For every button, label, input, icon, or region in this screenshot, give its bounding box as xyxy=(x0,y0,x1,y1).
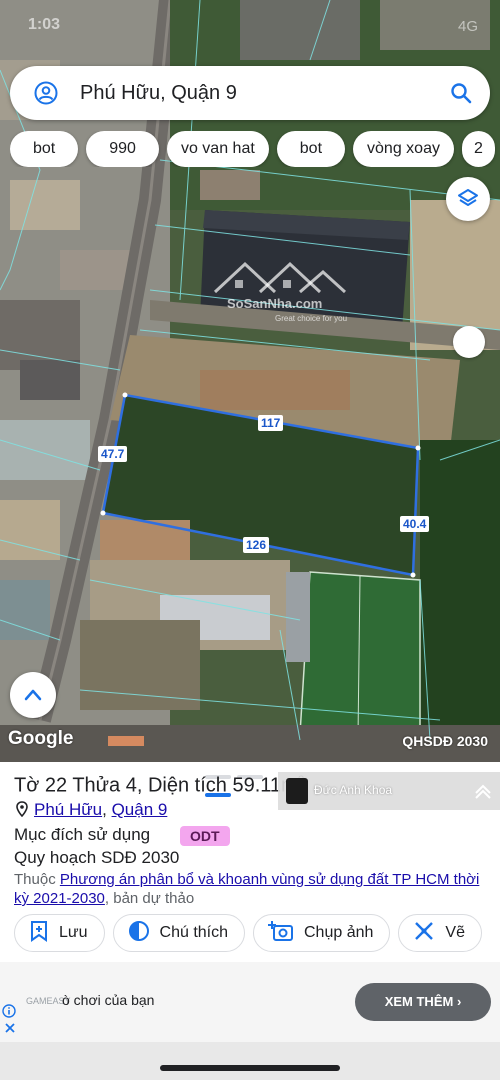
dimension-north: 117 xyxy=(258,415,284,431)
search-query[interactable]: Phú Hữu, Quận 9 xyxy=(80,80,237,106)
dimension-east: 40.4 xyxy=(400,516,430,532)
planning-document-link[interactable]: Phương án phân bổ và khoanh vùng sử dụng… xyxy=(14,871,479,907)
search-icon[interactable] xyxy=(450,82,472,104)
chevron-up-icon xyxy=(24,689,42,701)
location-row: Phú Hữu, Quận 9 xyxy=(16,800,167,820)
chip[interactable]: 2 xyxy=(461,131,495,167)
info-icon[interactable] xyxy=(2,1004,16,1018)
ad-text: ò chơi của bạn xyxy=(62,992,155,1008)
ad-cta-button[interactable]: XEM THÊM › xyxy=(355,983,491,1021)
save-label: Lưu xyxy=(59,924,88,941)
draw-button[interactable]: Vẽ xyxy=(398,914,482,952)
photo-label: Chụp ảnh xyxy=(304,924,374,941)
planning-description: Thuộc Phương án phân bổ và khoanh vùng s… xyxy=(14,871,480,907)
avatar xyxy=(286,778,308,804)
land-use-badge: ODT xyxy=(180,826,230,846)
ad-cta-label: XEM THÊM xyxy=(384,994,454,1009)
house-logo-icon xyxy=(213,261,347,294)
chevron-right-icon: › xyxy=(456,994,462,1009)
district-link[interactable]: Quận 9 xyxy=(112,800,168,819)
legend-label: Chú thích xyxy=(159,924,228,941)
legend-button[interactable]: Chú thích xyxy=(112,914,245,952)
share-icon[interactable] xyxy=(474,782,492,800)
navigation-bar xyxy=(0,1042,500,1080)
dimension-south: 126 xyxy=(243,537,270,553)
action-buttons: Lưu Chú thích Chụp ảnh Vẽ xyxy=(14,914,500,954)
chip[interactable]: bot xyxy=(276,131,346,167)
chip[interactable]: 990 xyxy=(86,131,159,167)
photo-button[interactable]: Chụp ảnh xyxy=(253,914,391,952)
bookmark-add-icon xyxy=(31,921,47,942)
map-view[interactable]: 1:03 4G SoSanNha.com Great choice for yo… xyxy=(0,0,500,762)
google-logo: Google xyxy=(8,728,74,749)
video-overlay: Đức Anh Khoa xyxy=(278,772,500,810)
ad-banner[interactable]: GAMEASY ò chơi của bạn XEM THÊM › xyxy=(0,962,500,1042)
place-sheet: Tờ 22 Thửa 4, Diện tích 59.11m2 Đức Anh … xyxy=(0,762,500,1080)
dimension-west: 47.7 xyxy=(98,446,128,462)
location-pin-icon xyxy=(16,801,28,817)
chip[interactable]: bot xyxy=(10,131,79,167)
chip[interactable]: vo van hat xyxy=(166,131,269,167)
home-indicator[interactable] xyxy=(160,1065,340,1071)
plan-layer-label: QHSDĐ 2030 xyxy=(402,733,488,749)
save-button[interactable]: Lưu xyxy=(14,914,105,952)
close-icon[interactable] xyxy=(4,1022,16,1034)
watermark-brand: SoSanNha.com xyxy=(227,296,323,311)
video-user-name: Đức Anh Khoa xyxy=(314,783,393,797)
chip[interactable]: vòng xoay xyxy=(353,131,454,167)
search-bar[interactable]: Phú Hữu, Quận 9 xyxy=(10,66,490,120)
status-network: 4G xyxy=(457,18,478,35)
status-time: 1:03 xyxy=(28,16,61,33)
watermark: SoSanNha.com Great choice for you xyxy=(205,252,355,332)
planning-label: Quy hoạch SDĐ 2030 xyxy=(14,848,180,867)
contrast-icon xyxy=(128,921,149,941)
watermark-tagline: Great choice for you xyxy=(275,314,348,323)
expand-up-button[interactable] xyxy=(10,672,56,718)
layers-button[interactable] xyxy=(446,177,490,221)
suggestion-chips: bot 990 vo van hat bot vòng xoay 2 xyxy=(10,131,500,167)
add-photo-icon xyxy=(268,921,293,941)
account-icon[interactable] xyxy=(34,81,58,105)
layers-icon xyxy=(458,189,478,206)
ward-link[interactable]: Phú Hữu xyxy=(34,800,102,819)
sheet-handle[interactable] xyxy=(205,766,295,797)
separator: , xyxy=(102,800,107,819)
draw-icon xyxy=(415,922,434,940)
draw-label: Vẽ xyxy=(445,924,465,941)
purpose-label: Mục đích sử dụng xyxy=(14,825,151,844)
map-control-dot[interactable] xyxy=(453,326,485,358)
parcel-title: Tờ 22 Thửa 4, Diện tích 59.11m2 xyxy=(14,773,304,797)
